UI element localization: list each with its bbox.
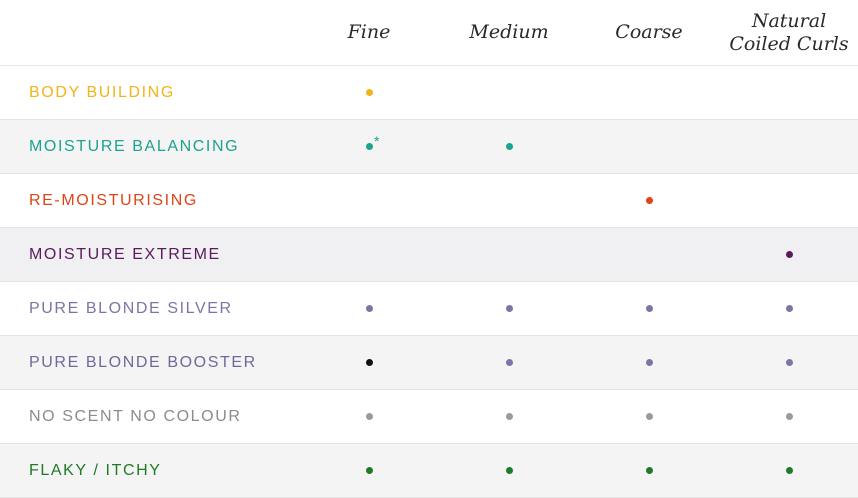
availability-dot	[505, 143, 513, 150]
column-header-natural-line1: Natural	[751, 9, 827, 32]
table-row: PURE BLONDE SILVER	[0, 282, 858, 336]
row-label[interactable]: MOISTURE BALANCING	[29, 120, 239, 173]
availability-dot	[785, 359, 793, 366]
availability-dot	[365, 305, 373, 312]
availability-dot	[785, 413, 793, 420]
hair-type-table: Fine Medium Coarse Natural Coiled Curls …	[0, 0, 858, 498]
availability-dot	[645, 197, 653, 204]
column-header-medium: Medium	[469, 21, 549, 43]
row-label[interactable]: PURE BLONDE SILVER	[29, 282, 233, 335]
table-row: NO SCENT NO COLOUR	[0, 390, 858, 444]
column-header-natural-coiled-curls: Natural Coiled Curls	[719, 0, 858, 65]
availability-dot	[505, 359, 513, 366]
row-label[interactable]: BODY BUILDING	[29, 66, 175, 119]
table-header: Fine Medium Coarse Natural Coiled Curls	[0, 0, 858, 66]
availability-dot	[505, 467, 513, 474]
table-row: MOISTURE EXTREME	[0, 228, 858, 282]
row-label[interactable]: FLAKY / ITCHY	[29, 444, 162, 497]
column-header-fine: Fine	[347, 21, 391, 43]
table-row: PURE BLONDE BOOSTER	[0, 336, 858, 390]
row-label[interactable]: MOISTURE EXTREME	[29, 228, 221, 281]
availability-dot	[365, 143, 373, 150]
column-header-coarse: Coarse	[615, 21, 683, 43]
column-header-natural-line2: Coiled Curls	[729, 32, 849, 55]
table-row: BODY BUILDING	[0, 66, 858, 120]
availability-dot	[505, 305, 513, 312]
availability-dot	[505, 413, 513, 420]
availability-dot	[365, 467, 373, 474]
availability-dot	[785, 305, 793, 312]
availability-dot	[645, 467, 653, 474]
availability-dot	[785, 251, 793, 258]
row-label[interactable]: RE-MOISTURISING	[29, 174, 198, 227]
footnote-asterisk: *	[374, 133, 380, 149]
availability-dot	[365, 359, 373, 366]
availability-dot	[645, 359, 653, 366]
table-row: MOISTURE BALANCING *	[0, 120, 858, 174]
row-label[interactable]: NO SCENT NO COLOUR	[29, 390, 242, 443]
availability-dot	[645, 413, 653, 420]
row-label[interactable]: PURE BLONDE BOOSTER	[29, 336, 257, 389]
availability-dot	[365, 89, 373, 96]
table-row: RE-MOISTURISING	[0, 174, 858, 228]
table-row: FLAKY / ITCHY	[0, 444, 858, 498]
availability-dot	[645, 305, 653, 312]
availability-dot	[365, 413, 373, 420]
availability-dot	[785, 467, 793, 474]
